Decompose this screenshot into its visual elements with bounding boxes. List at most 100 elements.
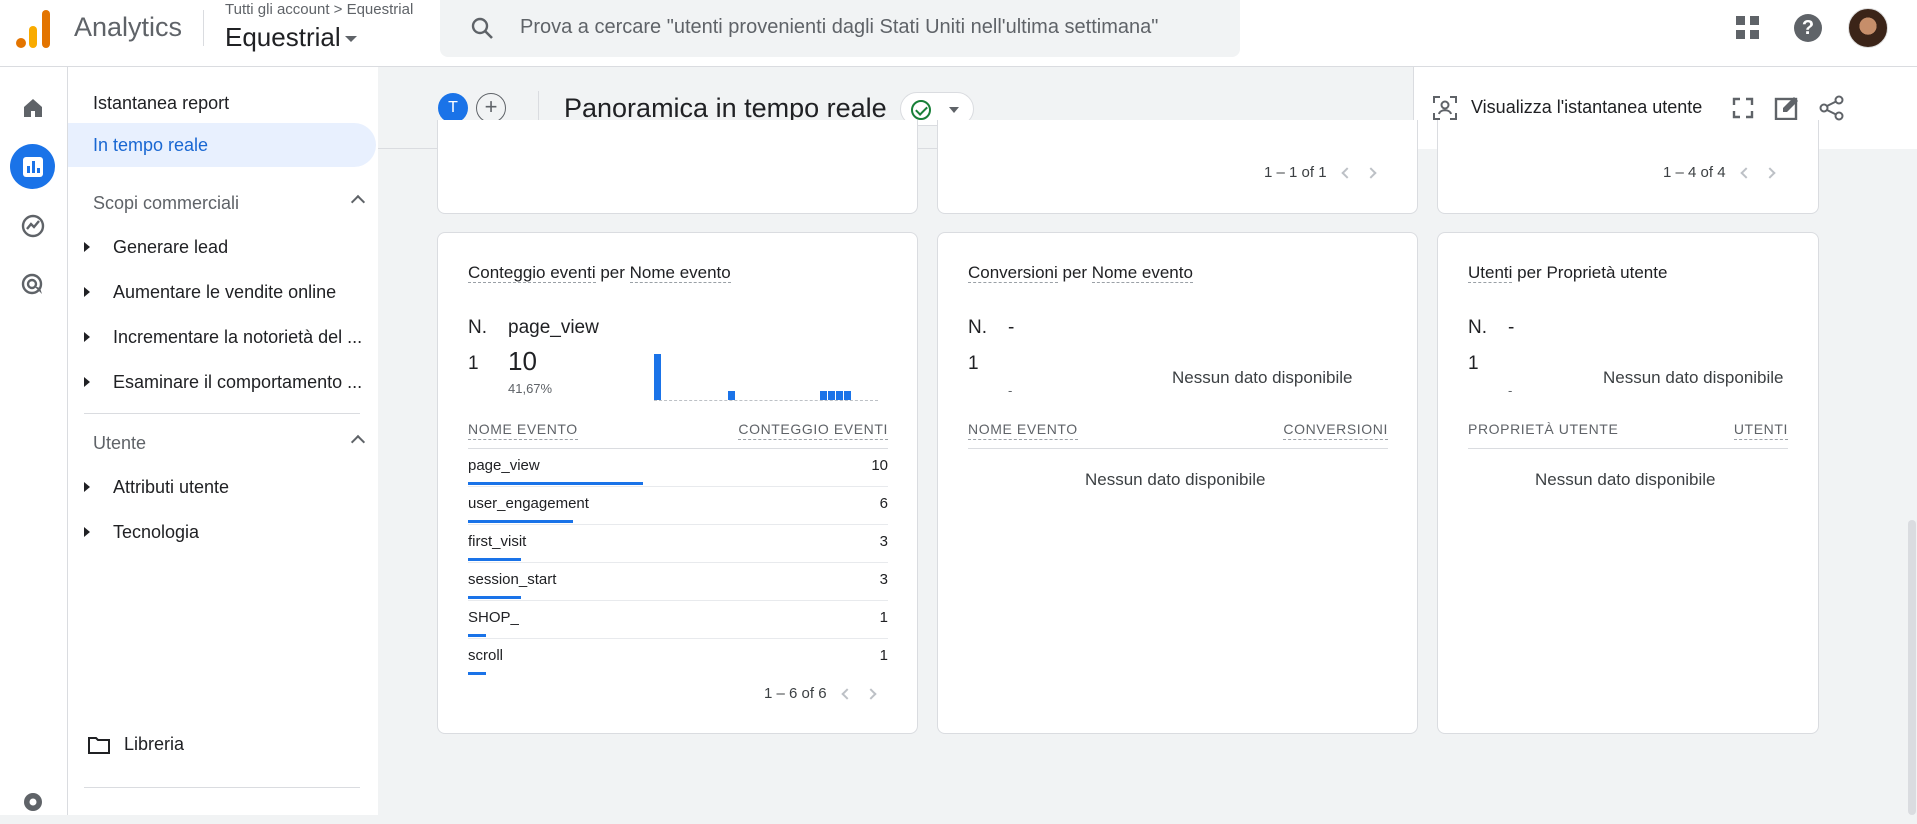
reports-icon[interactable] [10, 144, 55, 189]
top-item-value: - [1008, 383, 1013, 398]
sparkline-bar [654, 354, 661, 400]
expand-arrow-icon [84, 242, 90, 252]
table-row[interactable]: first_visit 3 [468, 525, 888, 563]
nav-sub-brand-awareness[interactable]: Incrementare la notorietà del ... [68, 327, 376, 348]
nav-sub-generate-leads[interactable]: Generare lead [68, 237, 376, 258]
user-snapshot-icon[interactable] [1432, 95, 1458, 121]
no-data-message: Nessun dato disponibile [1535, 470, 1716, 489]
column-header[interactable]: PROPRIETÀ UTENTE [1468, 421, 1618, 437]
column-header[interactable]: NOME EVENTO [968, 421, 1078, 440]
divider [84, 413, 360, 414]
next-page-icon[interactable] [1763, 167, 1776, 179]
nav-section-user[interactable]: Utente [93, 433, 366, 454]
rank-value: 1 [1468, 353, 1479, 374]
nav-sub-user-attributes[interactable]: Attributi utente [68, 477, 376, 498]
fullscreen-icon[interactable] [1730, 95, 1756, 121]
event-count-card: Conteggio eventi per Nome evento N. page… [437, 232, 918, 734]
nav-sub-technology[interactable]: Tecnologia [68, 522, 376, 543]
pager: 1 – 1 of 1 [1264, 164, 1377, 181]
event-name: scroll [468, 647, 504, 664]
scrollbar[interactable] [1908, 520, 1916, 815]
nav-sub-online-sales[interactable]: Aumentare le vendite online [68, 282, 376, 303]
event-count: 6 [879, 495, 888, 512]
settings-icon[interactable] [10, 779, 55, 824]
prev-page-icon[interactable] [840, 688, 853, 700]
nav-section-business-objectives[interactable]: Scopi commerciali [93, 193, 366, 214]
sparkline-chart [654, 354, 878, 401]
table-row[interactable]: session_start 3 [468, 563, 888, 601]
top-card-3: 1 – 4 of 4 [1437, 120, 1819, 214]
rank-header: N. [968, 317, 987, 338]
sparkline-bar [820, 391, 827, 400]
advertising-icon[interactable] [10, 262, 55, 307]
dimension-label[interactable]: Nome evento [629, 263, 731, 283]
top-bar: Analytics Tutti gli account > Equestrial… [0, 0, 1917, 67]
home-icon[interactable] [10, 85, 55, 130]
rank-header: N. [468, 317, 487, 338]
title-separator: per [595, 263, 630, 282]
column-header[interactable]: CONVERSIONI [1283, 421, 1388, 440]
dimension-label[interactable]: Proprietà utente [1546, 263, 1667, 282]
pager: 1 – 4 of 4 [1663, 164, 1776, 181]
event-count: 1 [879, 609, 888, 626]
app-name: Analytics [74, 12, 183, 42]
search-icon [471, 17, 493, 39]
users-card: Utenti per Proprietà utente N. - 1 - Nes… [1437, 232, 1819, 734]
metric-label[interactable]: Conteggio eventi [468, 263, 596, 283]
nav-item-library[interactable]: Libreria [88, 734, 368, 764]
divider [1468, 448, 1788, 449]
dimension-label[interactable]: Nome evento [1091, 263, 1193, 283]
event-name: page_view [468, 457, 540, 474]
table-header: NOME EVENTO CONVERSIONI [968, 421, 1388, 441]
nav-sub-label: Tecnologia [113, 522, 200, 542]
card-title: Utenti per Proprietà utente [1468, 263, 1667, 283]
nav-sub-label: Esaminare il comportamento ... [113, 372, 363, 392]
top-item-name: page_view [508, 317, 599, 338]
avatar[interactable] [1848, 8, 1888, 48]
column-header[interactable]: UTENTI [1733, 421, 1788, 440]
share-bar [468, 596, 521, 599]
explore-icon[interactable] [10, 203, 55, 248]
view-user-snapshot-button[interactable]: Visualizza l'istantanea utente [1471, 97, 1702, 118]
metric-label[interactable]: Conversioni [968, 263, 1058, 283]
prev-page-icon[interactable] [1739, 167, 1752, 179]
rank-value: 1 [968, 353, 979, 374]
check-circle-icon [911, 100, 931, 120]
share-bar [468, 672, 486, 675]
metric-label[interactable]: Utenti [1468, 263, 1513, 283]
table-header: NOME EVENTO CONTEGGIO EVENTI [468, 421, 888, 441]
search-input[interactable] [520, 12, 1220, 42]
help-icon[interactable]: ? [1794, 14, 1822, 42]
add-comparison-button[interactable]: + [476, 93, 506, 123]
next-page-icon[interactable] [864, 688, 877, 700]
table-row[interactable]: user_engagement 6 [468, 487, 888, 525]
breadcrumb[interactable]: Tutti gli account > Equestrial [225, 1, 413, 18]
nav-item-snapshot[interactable]: Istantanea report [68, 81, 376, 125]
column-header[interactable]: CONTEGGIO EVENTI [738, 421, 888, 440]
share-icon[interactable] [1819, 95, 1845, 121]
expand-arrow-icon [84, 377, 90, 387]
apps-grid-icon[interactable] [1736, 16, 1760, 40]
next-page-icon[interactable] [1364, 167, 1377, 179]
nav-item-realtime[interactable]: In tempo reale [68, 123, 376, 167]
nav-sub-user-behavior[interactable]: Esaminare il comportamento ... [68, 372, 376, 393]
account-picker[interactable]: Equestrial [225, 22, 357, 53]
column-header[interactable]: NOME EVENTO [468, 421, 578, 440]
event-name: session_start [468, 571, 557, 588]
search-bar[interactable] [440, 0, 1240, 57]
divider [203, 10, 204, 46]
customize-report-icon[interactable] [1774, 95, 1800, 121]
no-data-message: Nessun dato disponibile [1085, 470, 1266, 489]
no-data-message: Nessun dato disponibile [1172, 368, 1353, 387]
table-row[interactable]: SHOP_ 1 [468, 601, 888, 639]
table-row[interactable]: page_view 10 [468, 449, 888, 487]
nav-section-label: Utente [93, 433, 147, 453]
pager-label: 1 – 6 of 6 [764, 685, 827, 702]
nav-sub-label: Attributi utente [113, 477, 230, 497]
prev-page-icon[interactable] [1340, 167, 1353, 179]
comparison-chip[interactable]: T [438, 93, 468, 123]
analytics-logo-icon[interactable] [16, 8, 52, 48]
top-item-percentage: 41,67% [508, 381, 553, 396]
table-row[interactable]: scroll 1 [468, 639, 888, 677]
pager-label: 1 – 1 of 1 [1264, 164, 1327, 181]
